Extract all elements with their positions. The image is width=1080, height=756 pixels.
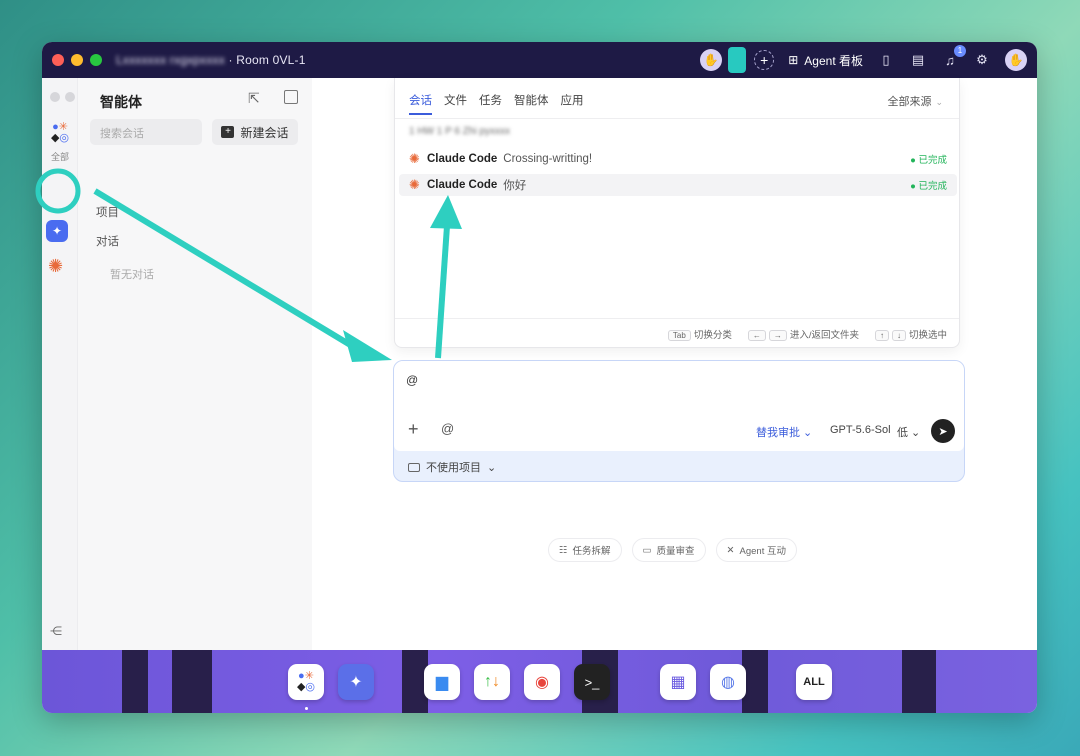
new-chat-button[interactable]: + 新建会话: [212, 119, 298, 145]
chat-app-icon[interactable]: ◍: [710, 664, 746, 700]
terminal-icon[interactable]: >_: [574, 664, 610, 700]
chip-agent-interaction[interactable]: ✕ Agent 互动: [715, 538, 797, 562]
board-icon: ⊞: [788, 53, 799, 67]
chevron-down-icon: ⌄: [935, 97, 943, 107]
list-icon: ☷: [559, 544, 568, 556]
composer: @ + @ 替我审批 ⌄ GPT-5.6-Sol 低 ⌄ ➤ 不使用项目 ⌄: [393, 360, 965, 482]
tab-apps[interactable]: 应用: [561, 92, 584, 115]
hint-folder: ← → 进入/返回文件夹: [747, 327, 859, 341]
sidebar-title: 智能体: [100, 94, 142, 110]
window-title: Lxxxxxxx rxgxpxxxx · Room 0VL-1: [116, 53, 306, 67]
composer-input-area[interactable]: @ + @ 替我审批 ⌄ GPT-5.6-Sol 低 ⌄ ➤: [394, 361, 964, 451]
popup-footer-divider: [395, 318, 959, 319]
source-filter-dropdown[interactable]: 全部来源 ⌄: [887, 93, 943, 109]
claude-icon: ✺: [409, 151, 420, 166]
approval-mode-dropdown[interactable]: 替我审批 ⌄: [756, 424, 812, 440]
row-agent-name: Claude Code: [427, 179, 498, 191]
left-rail: ●✳◆◎ 全部 ✦ ✺ ⋲ ···: [42, 78, 90, 668]
app-window: Lxxxxxxx rxgxpxxxx · Room 0VL-1 ✋ + ⊞ Ag…: [42, 42, 1037, 713]
folder-icon: [408, 462, 420, 472]
row-agent-name: Claude Code: [427, 153, 498, 165]
apps-grid-icon[interactable]: ▦: [660, 664, 696, 700]
external-link-icon[interactable]: ⇱: [248, 90, 260, 107]
bookmark-icon[interactable]: ▯: [877, 52, 895, 68]
search-input[interactable]: 搜索会话: [90, 119, 202, 145]
reasoning-level-dropdown[interactable]: 低 ⌄: [897, 424, 920, 440]
suggestion-chips: ☷ 任务拆解 ▭ 质量审查 ✕ Agent 互动: [548, 538, 797, 562]
composer-text[interactable]: @: [406, 373, 418, 387]
agent-board-button[interactable]: ⊞ Agent 看板: [788, 52, 863, 69]
list-item-selected[interactable]: ✺ Claude Code 你好 ● 已完成: [399, 174, 957, 196]
row-message: 你好: [503, 180, 527, 192]
popup-divider: [395, 118, 959, 119]
section-chats[interactable]: 对话: [96, 233, 119, 249]
agents-app-icon[interactable]: ●✳ ◆◎: [288, 664, 324, 700]
chip-quality-review[interactable]: ▭ 质量审查: [631, 538, 706, 562]
tab-sessions[interactable]: 会话: [409, 92, 432, 115]
gear-icon[interactable]: ⚙: [973, 52, 991, 68]
project-selector[interactable]: 不使用项目 ⌄: [408, 459, 496, 475]
all-apps-button[interactable]: ALL: [796, 664, 832, 700]
agents-grid-icon: ●✳ ◆◎: [50, 121, 70, 144]
window-title-room: · Room 0VL-1: [228, 53, 306, 67]
send-button[interactable]: ➤: [931, 419, 955, 443]
folder-app-icon[interactable]: ▆: [424, 664, 460, 700]
panel-toggle-icon[interactable]: [284, 90, 298, 104]
notification-badge: 1: [954, 44, 966, 57]
popup-tabs: 会话 文件 任务 智能体 应用: [409, 92, 584, 115]
hint-tab: Tab 切换分类: [667, 327, 732, 341]
comment-icon: ▭: [642, 544, 652, 556]
tab-files[interactable]: 文件: [444, 92, 467, 115]
list-item[interactable]: ✺ Claude Code Crossing-writting! ● 已完成: [399, 148, 957, 170]
close-window-button[interactable]: [52, 54, 64, 66]
window-title-blurred: Lxxxxxxx rxgxpxxxx: [116, 53, 225, 67]
mention-button[interactable]: @: [441, 421, 454, 436]
claude-icon: ✺: [409, 177, 420, 192]
layout-icon[interactable]: ▤: [909, 52, 927, 68]
sparkle-icon: ✕: [726, 544, 735, 556]
mention-popup: 会话 文件 任务 智能体 应用 全部来源 ⌄ 1 HW 1 P 6 Zhi pyx…: [394, 78, 960, 348]
chevron-down-icon: ⌄: [487, 461, 497, 474]
source-filter-label: 全部来源: [887, 96, 932, 108]
transfer-app-icon[interactable]: ↑ ↓: [474, 664, 510, 700]
section-projects[interactable]: 项目: [96, 204, 119, 220]
share-icon[interactable]: ⋲: [50, 624, 62, 638]
project-label: 不使用项目: [426, 462, 481, 474]
teal-highlight: [728, 47, 747, 73]
status-badge: ● 已完成: [910, 155, 947, 166]
hint-select: ↑ ↓ 切换选中: [874, 327, 947, 341]
minimize-window-button[interactable]: [71, 54, 83, 66]
window-controls: [52, 54, 102, 66]
add-attachment-button[interactable]: +: [408, 419, 419, 440]
new-chat-label: 新建会话: [240, 125, 289, 140]
row-message: Crossing-writting!: [503, 153, 593, 165]
model-selector[interactable]: GPT-5.6-Sol: [830, 424, 891, 436]
main-area: 会话 文件 任务 智能体 应用 全部来源 ⌄ 1 HW 1 P 6 Zhi pyx…: [312, 78, 1037, 650]
rail-all-label: 全部: [50, 152, 69, 162]
add-agent-button[interactable]: +: [754, 50, 775, 70]
blurred-group-heading: 1 HW 1 P 6 Zhi pyxxxx: [409, 126, 510, 137]
agent-avatar[interactable]: ✋: [700, 49, 723, 71]
empty-chats-text: 暂无对话: [110, 269, 154, 281]
agent-board-label: Agent 看板: [804, 53, 863, 68]
titlebar-actions: ✋ + ⊞ Agent 看板 ▯ ▤ ♫ 1 ⚙ ✋: [700, 42, 1027, 78]
maximize-window-button[interactable]: [90, 54, 102, 66]
new-chat-icon: +: [221, 126, 235, 138]
chip-task-breakdown[interactable]: ☷ 任务拆解: [548, 538, 622, 562]
dock-items: ●✳ ◆◎ ✦ ▆ ↑ ↓ ◉ >_ ▦ ◍ ALL: [288, 664, 832, 700]
keyboard-hints: Tab 切换分类 ← → 进入/返回文件夹 ↑ ↓ 切换选中: [667, 327, 947, 341]
bell-icon[interactable]: ♫ 1: [941, 44, 966, 68]
rail-item-agent-active[interactable]: ✦: [46, 220, 68, 242]
claude-icon[interactable]: ✺: [48, 256, 63, 277]
title-bar: Lxxxxxxx rxgxpxxxx · Room 0VL-1 ✋ + ⊞ Ag…: [42, 42, 1037, 78]
sidebar: 智能体 ⇱ 搜索会话 + 新建会话 项目 对话 暂无对话: [78, 78, 312, 650]
tab-tasks[interactable]: 任务: [479, 92, 502, 115]
status-badge: ● 已完成: [910, 181, 947, 192]
rail-item-all[interactable]: ●✳ ◆◎ 全部: [46, 122, 74, 163]
agent-network-icon[interactable]: ✦: [338, 664, 374, 700]
tab-agents[interactable]: 智能体: [514, 92, 549, 115]
user-avatar[interactable]: ✋: [1005, 49, 1027, 71]
dock: ●✳ ◆◎ ✦ ▆ ↑ ↓ ◉ >_ ▦ ◍ ALL: [42, 650, 1037, 713]
chrome-icon[interactable]: ◉: [524, 664, 560, 700]
